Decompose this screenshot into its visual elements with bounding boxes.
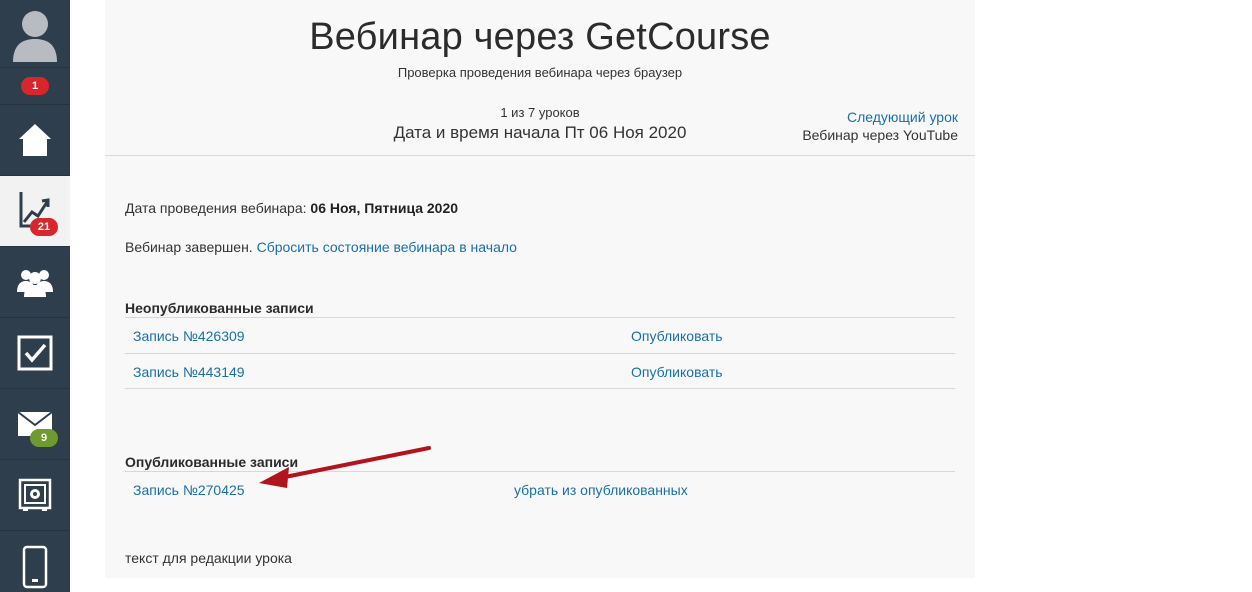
webinar-status-text: Вебинар завершен.	[125, 239, 257, 255]
home-icon	[19, 124, 51, 156]
unpublished-table: Запись №426309 Опубликовать Запись №4431…	[125, 317, 955, 389]
table-row: Запись №426309 Опубликовать	[125, 317, 955, 353]
sidebar-item-safe[interactable]	[0, 460, 70, 531]
annotation-arrow-icon	[259, 446, 431, 488]
mail-badge: 9	[30, 429, 58, 447]
record-link[interactable]: Запись №443149	[133, 364, 245, 380]
sidebar-item-stats[interactable]: 21	[0, 176, 70, 247]
published-table: Запись №270425 убрать из опубликованных	[125, 471, 955, 507]
sidebar-item-profile[interactable]	[0, 0, 70, 68]
reset-webinar-link[interactable]: Сбросить состояние вебинара в начало	[257, 239, 517, 255]
webinar-date-value: 06 Ноя, Пятница 2020	[310, 200, 459, 216]
stats-badge: 21	[30, 218, 58, 236]
sidebar-item-users[interactable]	[0, 247, 70, 318]
table-row: Запись №443149 Опубликовать	[125, 353, 955, 389]
safe-icon	[18, 478, 52, 511]
next-lesson-name: Вебинар через YouTube	[802, 127, 958, 143]
notifications-badge: 1	[21, 77, 49, 95]
unpublish-link[interactable]: убрать из опубликованных	[514, 482, 688, 498]
sidebar-item-messages[interactable]: 9	[0, 389, 70, 460]
next-lesson-link[interactable]: Следующий урок	[847, 109, 958, 125]
page-title: Вебинар через GetCourse	[309, 16, 771, 58]
table-row: Запись №270425 убрать из опубликованных	[125, 471, 955, 507]
publish-link[interactable]: Опубликовать	[631, 364, 723, 380]
sidebar-item-home[interactable]	[0, 105, 70, 176]
sidebar: 1 21 9	[0, 0, 70, 592]
webinar-date-line: Дата проведения вебинара: 06 Ноя, Пятниц…	[125, 200, 458, 216]
webinar-status-line: Вебинар завершен. Сбросить состояние веб…	[125, 239, 517, 255]
unpublished-title: Неопубликованные записи	[125, 300, 314, 316]
sidebar-item-notifications[interactable]: 1	[0, 68, 70, 105]
lesson-counter: 1 из 7 уроков	[500, 105, 580, 120]
record-link[interactable]: Запись №426309	[133, 328, 245, 344]
lesson-edit-text: текст для редакции урока	[125, 550, 292, 566]
record-link[interactable]: Запись №270425	[133, 482, 245, 498]
lesson-header: Вебинар через GetCourse Проверка проведе…	[105, 0, 975, 156]
webinar-date-label: Дата проведения вебинара:	[125, 200, 311, 216]
sidebar-item-mobile[interactable]	[0, 531, 70, 592]
lesson-card: Вебинар через GetCourse Проверка проведе…	[105, 0, 975, 578]
checkbox-icon	[17, 335, 53, 371]
mobile-phone-icon	[22, 545, 48, 589]
avatar-icon	[13, 10, 57, 62]
page-subtitle: Проверка проведения вебинара через брауз…	[397, 65, 683, 80]
users-icon	[17, 270, 53, 297]
publish-link[interactable]: Опубликовать	[631, 328, 723, 344]
sidebar-item-tasks[interactable]	[0, 318, 70, 389]
